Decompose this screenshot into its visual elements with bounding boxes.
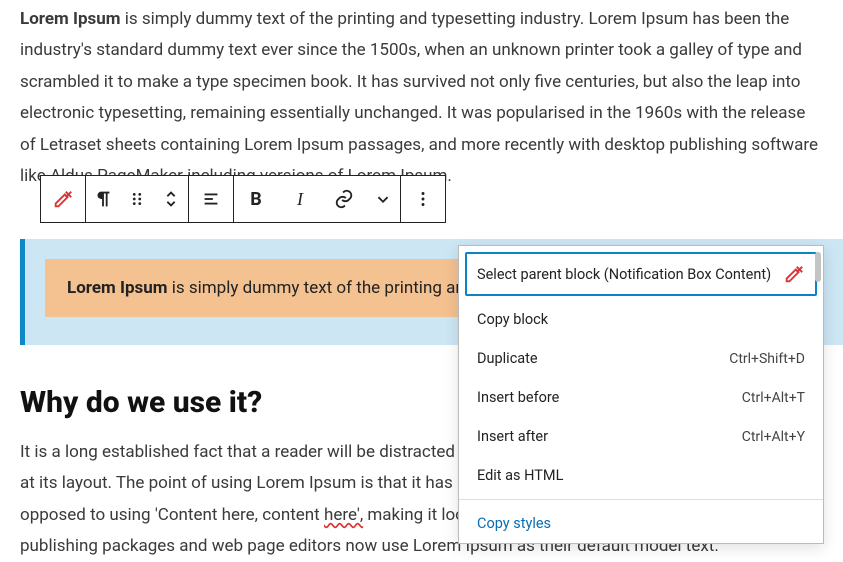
block-type-icon[interactable]	[41, 176, 85, 222]
menu-copy-styles[interactable]: Copy styles	[459, 504, 823, 543]
intro-text: is simply dummy text of the printing and…	[20, 9, 818, 186]
select-parent-block[interactable]: Select parent block (Notification Box Co…	[465, 252, 817, 296]
menu-insert-after-label: Insert after	[477, 428, 548, 445]
move-up-down-icon[interactable]	[154, 176, 188, 222]
intro-paragraph: Lorem Ipsum is simply dummy text of the …	[0, 0, 843, 193]
block-toolbar: B I	[40, 175, 446, 223]
pencil-x-icon	[783, 263, 805, 285]
menu-duplicate-shortcut: Ctrl+Shift+D	[729, 351, 805, 367]
link-button[interactable]	[322, 176, 366, 222]
select-parent-label: Select parent block (Notification Box Co…	[477, 266, 771, 283]
menu-edit-html[interactable]: Edit as HTML	[459, 456, 823, 495]
block-options-menu: Select parent block (Notification Box Co…	[458, 245, 824, 544]
menu-duplicate[interactable]: Duplicate Ctrl+Shift+D	[459, 339, 823, 378]
menu-copy-styles-label: Copy styles	[477, 515, 551, 532]
menu-scrollbar[interactable]	[815, 252, 821, 282]
menu-insert-after-shortcut: Ctrl+Alt+Y	[742, 429, 805, 445]
menu-insert-before-shortcut: Ctrl+Alt+T	[742, 390, 805, 406]
notif-bold: Lorem Ipsum	[67, 278, 168, 298]
menu-insert-before[interactable]: Insert before Ctrl+Alt+T	[459, 378, 823, 417]
align-icon[interactable]	[189, 176, 233, 222]
intro-bold-lead: Lorem Ipsum	[20, 9, 121, 29]
menu-edit-html-label: Edit as HTML	[477, 467, 563, 484]
menu-copy-block-label: Copy block	[477, 311, 548, 328]
menu-insert-after[interactable]: Insert after Ctrl+Alt+Y	[459, 417, 823, 456]
bold-button[interactable]: B	[234, 176, 278, 222]
p2-spell-error[interactable]: here',	[324, 505, 363, 525]
menu-insert-before-label: Insert before	[477, 389, 559, 406]
menu-duplicate-label: Duplicate	[477, 350, 538, 367]
options-button[interactable]	[401, 176, 445, 222]
more-rich-text-icon[interactable]	[366, 176, 400, 222]
menu-separator	[459, 499, 823, 500]
italic-button[interactable]: I	[278, 176, 322, 222]
drag-handle-icon[interactable]	[120, 176, 154, 222]
paragraph-icon[interactable]	[86, 176, 120, 222]
menu-copy-block[interactable]: Copy block	[459, 300, 823, 339]
